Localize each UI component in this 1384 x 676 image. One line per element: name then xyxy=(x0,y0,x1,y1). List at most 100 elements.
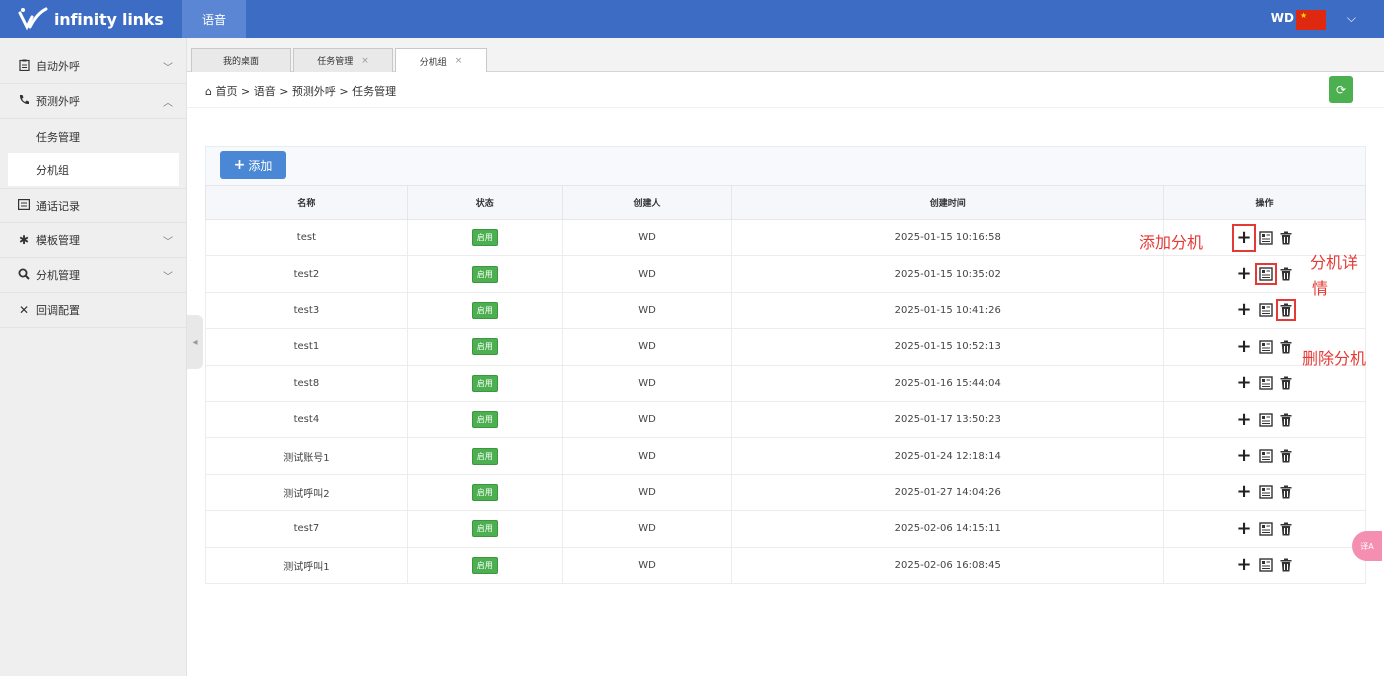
column-header-actions: 操作 xyxy=(1163,185,1366,220)
sidebar: 自动外呼 ﹀ 预测外呼 ︿ 任务管理 分机组 通话记录 ✱ 模板管理 ﹀ 分机管… xyxy=(0,38,187,676)
cell-created-time: 2025-01-15 10:16:58 xyxy=(731,218,1165,257)
clipboard-icon xyxy=(16,59,32,74)
sidebar-item-extension-group[interactable]: 分机组 xyxy=(8,153,179,186)
cell-actions: + xyxy=(1163,510,1366,548)
status-badge: 启用 xyxy=(471,374,498,392)
annotation-delete-extension: 删除分机 xyxy=(1302,349,1367,368)
sidebar-item-template-management[interactable]: ✱ 模板管理 ﹀ xyxy=(0,223,187,258)
delete-icon[interactable] xyxy=(1280,522,1292,536)
table-row: 测试呼叫2 启用 WD 2025-01-27 14:04:26 + xyxy=(205,473,1366,512)
add-extension-icon[interactable]: + xyxy=(1236,482,1252,502)
cell-actions: + xyxy=(1163,437,1366,475)
sidebar-item-auto-dial[interactable]: 自动外呼 ﹀ xyxy=(0,49,187,84)
cell-created-time: 2025-01-15 10:41:26 xyxy=(731,291,1165,330)
cell-status: 启用 xyxy=(406,546,563,584)
user-name[interactable]: WD xyxy=(1271,11,1294,25)
cell-creator: WD xyxy=(561,473,733,512)
breadcrumb: ⌂ 首页 > 语音 > 预测外呼 > 任务管理 xyxy=(205,83,396,99)
sidebar-item-predictive-dial[interactable]: 预测外呼 ︿ xyxy=(0,84,187,119)
delete-icon[interactable] xyxy=(1280,340,1292,354)
extension-detail-icon[interactable] xyxy=(1259,376,1273,390)
table-header-row: 名称 状态 创建人 创建时间 操作 xyxy=(205,185,1366,220)
top-bar: infinity links 语音 WD ★ ⌵ xyxy=(0,0,1384,38)
cell-name: test1 xyxy=(205,328,408,366)
logo[interactable]: infinity links xyxy=(0,0,182,38)
cell-actions: + xyxy=(1163,291,1366,330)
refresh-icon: ⟳ xyxy=(1335,82,1347,97)
breadcrumb-text: 首页 > 语音 > 预测外呼 > 任务管理 xyxy=(215,85,397,98)
cell-created-time: 2025-01-15 10:52:13 xyxy=(731,328,1165,366)
cell-name: test4 xyxy=(205,400,408,439)
sidebar-item-call-records[interactable]: 通话记录 xyxy=(0,188,187,223)
cell-created-time: 2025-02-06 16:08:45 xyxy=(731,546,1165,584)
delete-icon[interactable] xyxy=(1280,231,1292,245)
cell-creator: WD xyxy=(561,437,733,475)
delete-icon[interactable] xyxy=(1280,376,1292,390)
sidebar-collapse-handle[interactable]: ◂ xyxy=(187,315,203,369)
cell-created-time: 2025-01-24 12:18:14 xyxy=(731,437,1165,475)
sidebar-item-label: 回调配置 xyxy=(36,304,80,317)
cell-status: 启用 xyxy=(406,400,563,439)
cell-status: 启用 xyxy=(406,510,563,548)
cell-creator: WD xyxy=(561,291,733,330)
cell-name: test7 xyxy=(205,510,408,548)
cell-creator: WD xyxy=(561,510,733,548)
flag-icon[interactable]: ★ xyxy=(1296,10,1326,30)
add-button[interactable]: + 添加 xyxy=(220,151,286,179)
column-header-created-time: 创建时间 xyxy=(731,185,1165,220)
tab-task-management[interactable]: 任务管理 × xyxy=(293,48,393,72)
sidebar-item-task-management[interactable]: 任务管理 xyxy=(0,120,187,153)
tab-extension-group[interactable]: 分机组 × xyxy=(395,48,487,73)
delete-icon[interactable] xyxy=(1280,413,1292,427)
cell-name: 测试呼叫1 xyxy=(205,546,408,584)
status-badge: 启用 xyxy=(471,556,498,574)
close-icon[interactable]: × xyxy=(455,56,463,66)
extension-detail-icon[interactable] xyxy=(1259,412,1273,427)
extension-detail-icon[interactable] xyxy=(1259,558,1273,572)
home-icon[interactable]: ⌂ xyxy=(205,85,212,98)
extension-detail-icon[interactable] xyxy=(1259,303,1273,318)
translate-icon[interactable]: 译A xyxy=(1352,531,1382,561)
tab-my-desktop[interactable]: 我的桌面 xyxy=(191,48,291,72)
cell-status: 启用 xyxy=(406,291,563,330)
cell-actions: + xyxy=(1163,546,1366,584)
extension-detail-icon[interactable] xyxy=(1259,230,1273,245)
table-row: 测试呼叫1 启用 WD 2025-02-06 16:08:45 + xyxy=(205,546,1366,584)
extension-detail-icon[interactable] xyxy=(1255,263,1278,286)
record-icon xyxy=(16,198,32,213)
extension-detail-icon[interactable] xyxy=(1259,485,1273,500)
sidebar-item-callback-config[interactable]: ✕ 回调配置 xyxy=(0,293,187,328)
delete-icon[interactable] xyxy=(1280,485,1292,499)
refresh-button[interactable]: ⟳ xyxy=(1329,76,1353,103)
cell-name: 测试账号1 xyxy=(205,437,408,475)
delete-icon[interactable] xyxy=(1280,558,1292,572)
add-extension-icon[interactable]: + xyxy=(1236,519,1252,539)
delete-icon[interactable] xyxy=(1280,267,1292,281)
add-extension-icon[interactable]: + xyxy=(1236,446,1252,466)
add-extension-icon[interactable]: + xyxy=(1236,337,1252,357)
status-badge: 启用 xyxy=(471,483,498,501)
cell-creator: WD xyxy=(561,255,733,293)
add-extension-icon[interactable]: + xyxy=(1236,300,1252,320)
logo-text: infinity links xyxy=(54,9,164,29)
sidebar-item-label: 模板管理 xyxy=(36,234,80,247)
breadcrumb-bar: ⌂ 首页 > 语音 > 预测外呼 > 任务管理 ⟳ xyxy=(187,72,1384,108)
add-extension-icon[interactable]: + xyxy=(1236,373,1252,393)
extension-detail-icon[interactable] xyxy=(1259,340,1273,354)
add-extension-icon[interactable]: + xyxy=(1236,264,1252,284)
add-extension-icon[interactable]: + xyxy=(1232,223,1257,252)
add-button-label: 添加 xyxy=(248,158,273,173)
add-extension-icon[interactable]: + xyxy=(1236,410,1252,430)
chevron-down-icon[interactable]: ⌵ xyxy=(1347,11,1356,26)
sidebar-item-extension-management[interactable]: 分机管理 ﹀ xyxy=(0,258,187,293)
extension-detail-icon[interactable] xyxy=(1259,522,1273,536)
top-menu-voice[interactable]: 语音 xyxy=(182,0,246,38)
close-icon[interactable]: × xyxy=(361,56,369,66)
extension-detail-icon[interactable] xyxy=(1259,449,1273,463)
delete-icon[interactable] xyxy=(1276,299,1297,322)
cell-creator: WD xyxy=(561,218,733,257)
cell-status: 启用 xyxy=(406,255,563,293)
add-extension-icon[interactable]: + xyxy=(1236,555,1252,575)
delete-icon[interactable] xyxy=(1280,449,1292,463)
cell-actions: + xyxy=(1163,400,1366,439)
